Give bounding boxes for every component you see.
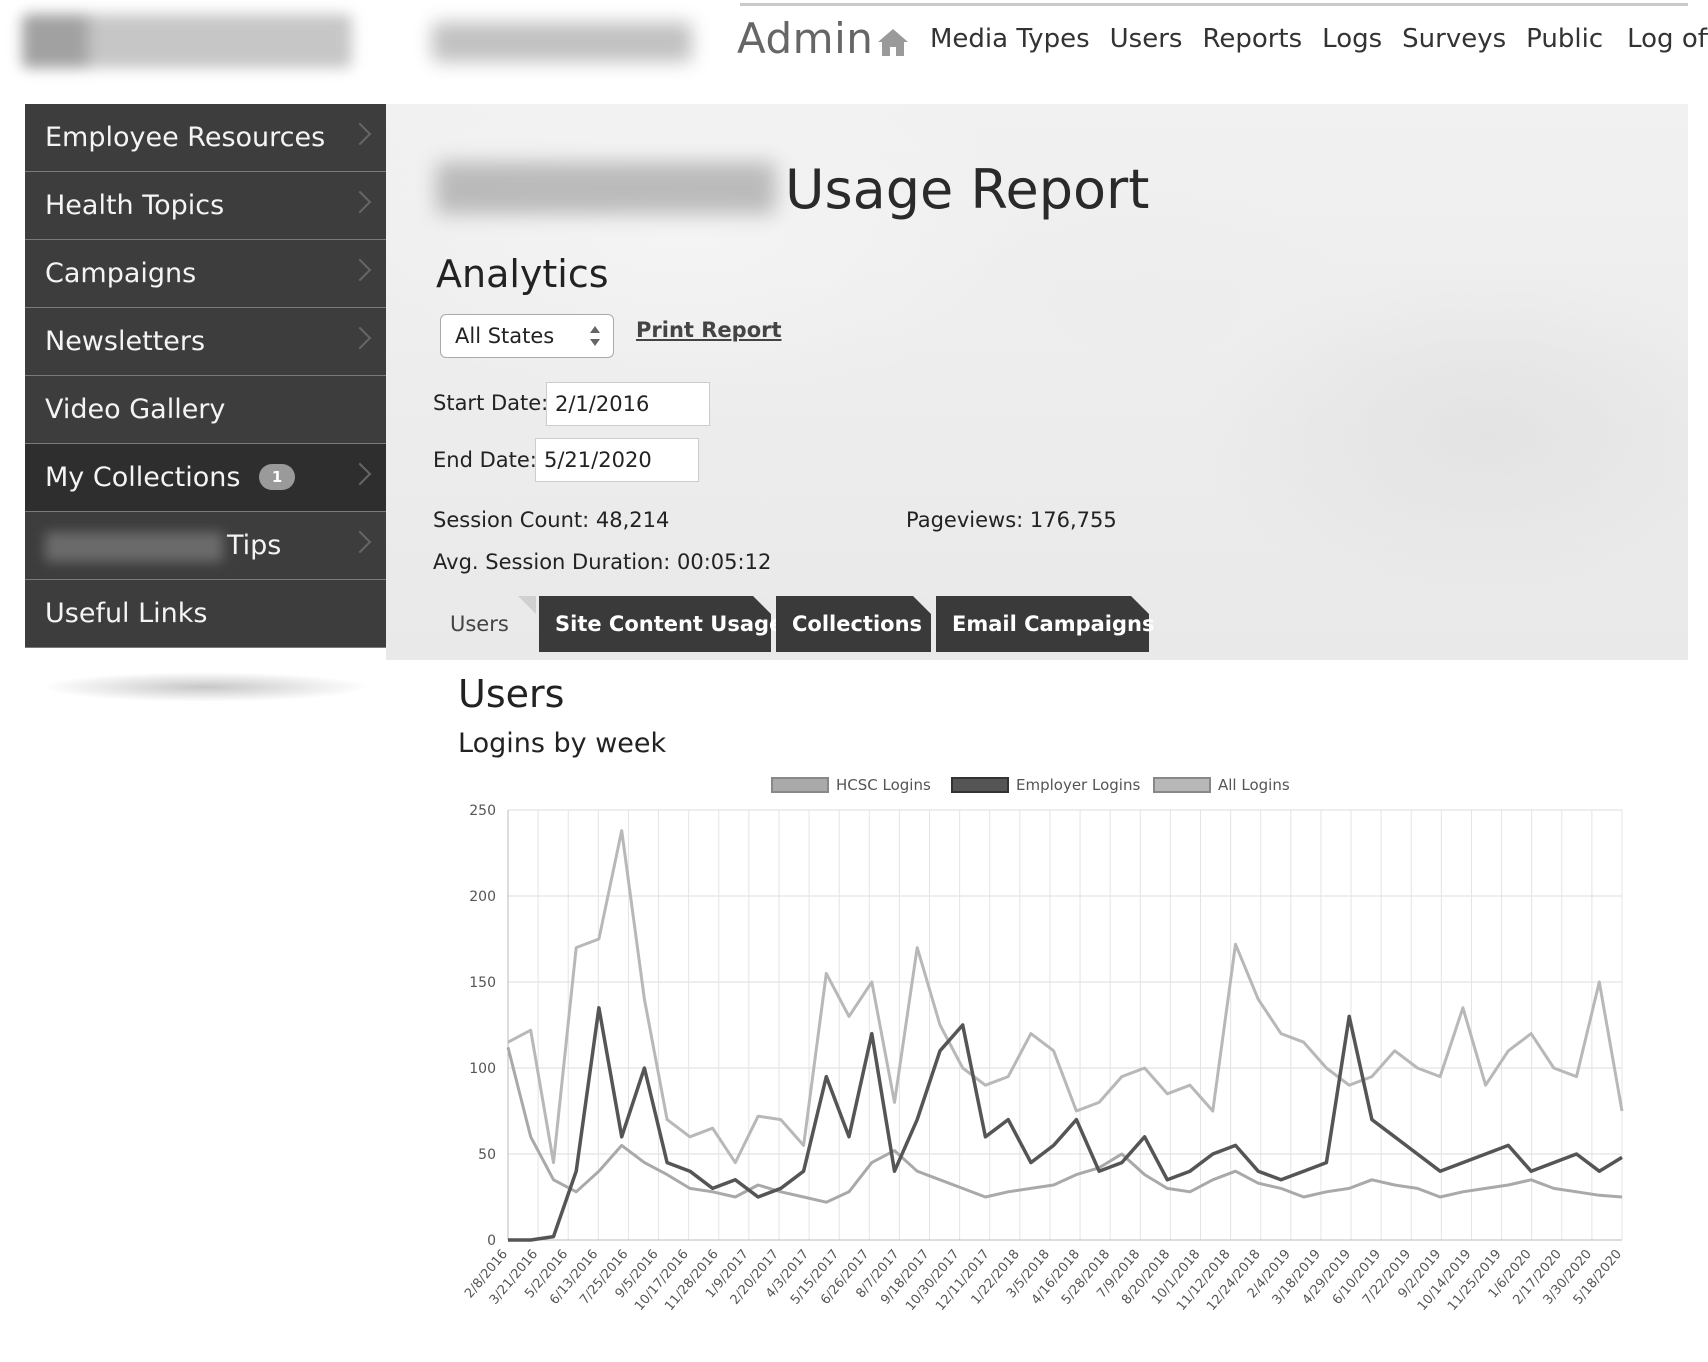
tab-corner <box>753 596 771 614</box>
tab-label: Users <box>450 612 509 636</box>
page-title: Usage Report <box>785 158 1150 221</box>
logins-subheading: Logins by week <box>458 728 667 759</box>
header-divider <box>740 3 1688 6</box>
brand-logo <box>432 22 692 62</box>
tab-corner <box>913 596 931 614</box>
nav-media-types[interactable]: Media Types <box>930 24 1090 54</box>
company-logo[interactable] <box>22 14 352 68</box>
sidebar-item-label: Video Gallery <box>45 394 226 425</box>
end-date-label: End Date: <box>433 448 537 472</box>
chevron-right-icon <box>348 122 372 146</box>
sidebar-item-my-collections[interactable]: My Collections 1 <box>25 444 386 512</box>
analytics-heading: Analytics <box>436 252 609 296</box>
y-tick-label: 150 <box>469 975 496 991</box>
nav-surveys[interactable]: Surveys <box>1402 24 1506 54</box>
chevron-right-icon <box>348 326 372 350</box>
session-count: Session Count: 48,214 <box>433 508 670 532</box>
nav-public[interactable]: Public <box>1526 24 1603 54</box>
print-report-link[interactable]: Print Report <box>636 318 782 342</box>
y-tick-label: 250 <box>469 803 496 819</box>
y-tick-label: 0 <box>487 1233 496 1249</box>
logins-line-chart: 0501001502002502/8/20163/21/20165/2/2016… <box>462 776 1625 1314</box>
y-tick-label: 100 <box>469 1061 496 1077</box>
legend-swatch <box>1153 777 1211 793</box>
brand-name-blurred <box>45 531 223 562</box>
tab-label: Site Content Usage <box>555 612 784 636</box>
sidebar-item-label: Health Topics <box>45 190 225 221</box>
tab-site-content-usage[interactable]: Site Content Usage <box>539 596 783 652</box>
legend-label: HCSC Logins <box>836 776 931 794</box>
sidebar-item-label: Employee Resources <box>45 122 326 153</box>
chevron-right-icon <box>348 190 372 214</box>
brand-name-blurred <box>436 162 776 214</box>
header: Admin Media Types Users Reports Logs Sur… <box>0 0 1708 100</box>
select-arrows-icon <box>590 326 600 346</box>
sidebar-item-newsletters[interactable]: Newsletters <box>25 308 386 376</box>
sidebar-item-tips[interactable]: Tips <box>25 512 386 580</box>
end-date-input[interactable] <box>535 438 699 482</box>
nav-users[interactable]: Users <box>1110 24 1183 54</box>
tab-collections[interactable]: Collections <box>776 596 931 652</box>
state-select[interactable]: All States <box>440 314 614 358</box>
chevron-right-icon <box>348 530 372 554</box>
legend-swatch <box>771 777 829 793</box>
home-icon[interactable] <box>876 26 910 58</box>
legend-swatch <box>951 777 1009 793</box>
tab-label: Email Campaigns <box>952 612 1155 636</box>
legend-label: All Logins <box>1218 776 1290 794</box>
sidebar-item-video-gallery[interactable]: Video Gallery <box>25 376 386 444</box>
tab-users[interactable]: Users <box>434 596 536 652</box>
tab-corner <box>518 596 536 614</box>
sidebar-item-useful-links[interactable]: Useful Links <box>25 580 386 648</box>
tab-email-campaigns[interactable]: Email Campaigns <box>936 596 1154 652</box>
sidebar-item-health-topics[interactable]: Health Topics <box>25 172 386 240</box>
sidebar-item-label: Useful Links <box>45 598 208 629</box>
series-line-all-logins <box>507 829 1624 1165</box>
sidebar-item-label: My Collections <box>45 462 241 493</box>
top-nav: Media Types Users Reports Logs Surveys P… <box>930 24 1708 54</box>
sidebar-item-label: Tips <box>227 530 282 561</box>
chevron-right-icon <box>348 258 372 282</box>
pageviews: Pageviews: 176,755 <box>906 508 1117 532</box>
tab-label: Collections <box>792 612 923 636</box>
nav-log-off[interactable]: Log off <box>1627 24 1708 54</box>
admin-title: Admin <box>737 14 874 63</box>
start-date-input[interactable] <box>546 382 710 426</box>
nav-logs[interactable]: Logs <box>1322 24 1382 54</box>
avg-session-duration: Avg. Session Duration: 00:05:12 <box>433 550 772 574</box>
y-tick-label: 200 <box>469 889 496 905</box>
state-select-value: All States <box>455 324 555 348</box>
legend-label: Employer Logins <box>1016 776 1140 794</box>
sidebar-item-campaigns[interactable]: Campaigns <box>25 240 386 308</box>
users-heading: Users <box>458 672 565 716</box>
tab-corner <box>1131 596 1149 614</box>
chevron-right-icon <box>348 462 372 486</box>
sidebar-item-employee-resources[interactable]: Employee Resources <box>25 104 386 172</box>
sidebar: Employee Resources Health Topics Campaig… <box>25 104 386 648</box>
collections-count-badge: 1 <box>259 464 296 490</box>
y-tick-label: 50 <box>478 1147 496 1163</box>
nav-reports[interactable]: Reports <box>1202 24 1302 54</box>
sidebar-shadow <box>40 672 370 702</box>
sidebar-item-label: Campaigns <box>45 258 197 289</box>
sidebar-item-label: Newsletters <box>45 326 206 357</box>
start-date-label: Start Date: <box>433 391 549 415</box>
